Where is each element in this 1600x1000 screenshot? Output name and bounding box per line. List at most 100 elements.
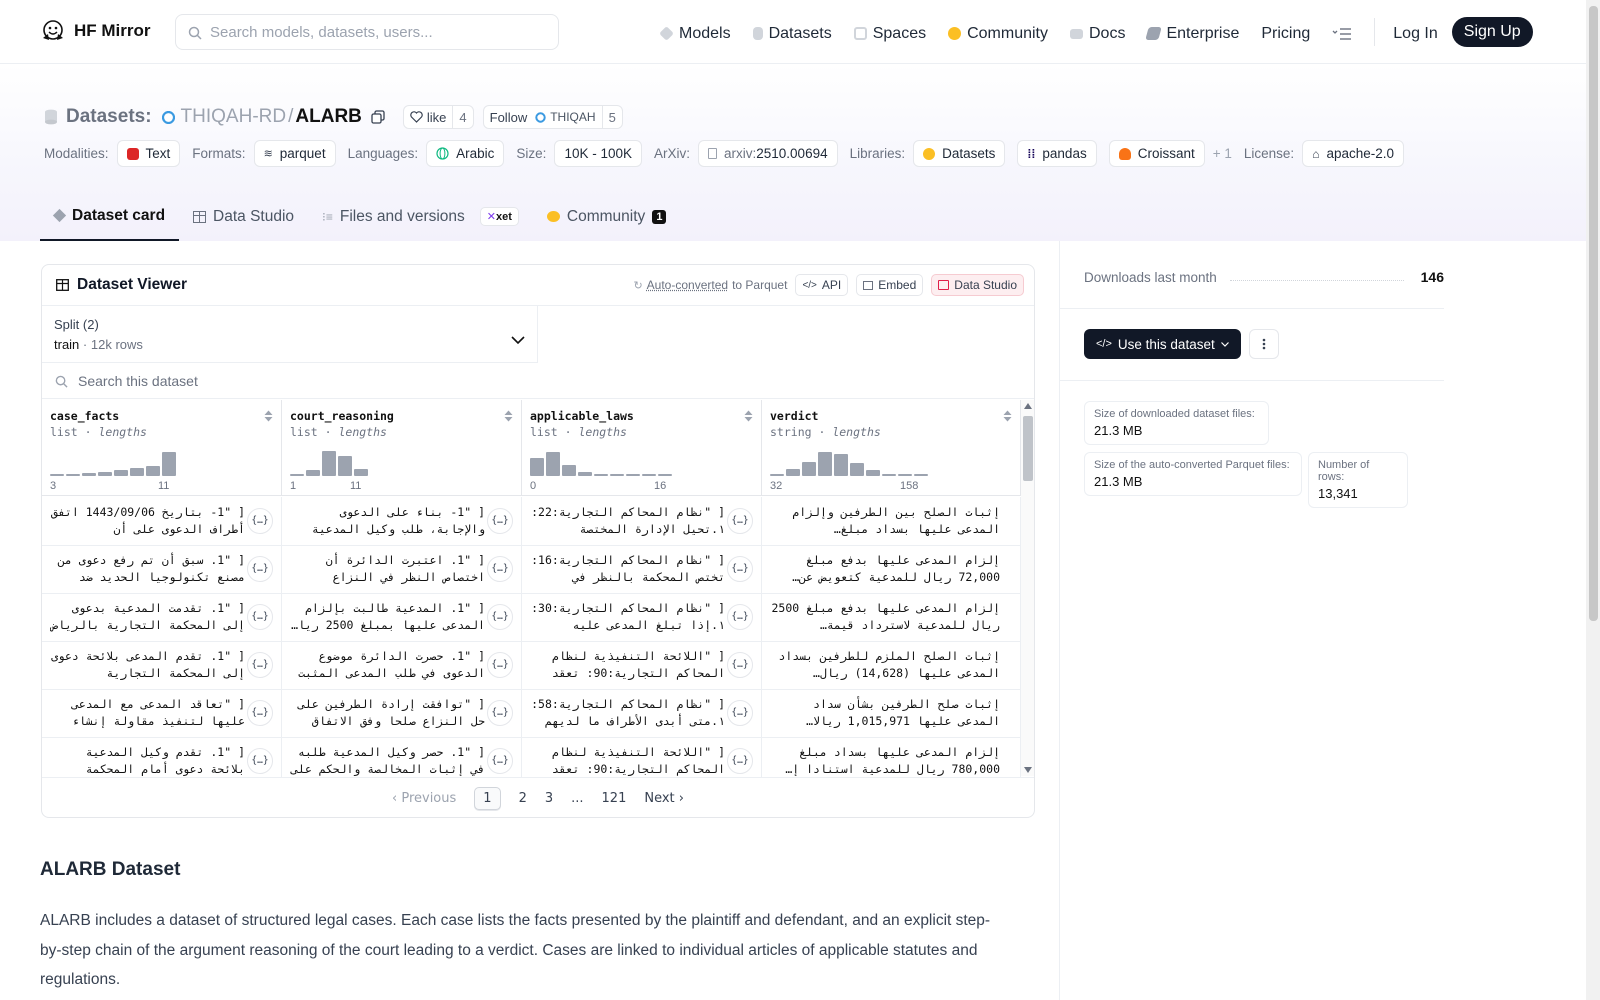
next-page-button[interactable]: Next ›	[644, 791, 684, 806]
tag-library-pandas[interactable]: ⁞⁞ pandas	[1017, 140, 1097, 167]
table-row[interactable]: [ "تعاقد المدعى مع المدعى عليها لتنفيذ م…	[42, 689, 1021, 738]
histogram-bar[interactable]	[626, 474, 640, 476]
cell-court-reasoning[interactable]: [ "1- بناء على الدعوى والإجابة، طلب وكيل…	[282, 497, 522, 545]
use-dataset-button[interactable]: </> Use this dataset	[1084, 329, 1241, 359]
histogram-bar[interactable]	[162, 452, 176, 476]
table-row[interactable]: [ "1. تقدم وكيل المدعية بلائحة دعوى أمام…	[42, 737, 1021, 777]
histogram-bar[interactable]	[530, 458, 544, 476]
tag-format-parquet[interactable]: ≋ parquet	[253, 140, 336, 167]
data-studio-button[interactable]: Data Studio	[931, 274, 1024, 296]
tab-files[interactable]: ⁝≡ Files and versions ✕xet	[308, 192, 533, 241]
histogram-bar[interactable]	[66, 474, 80, 476]
expand-json-button[interactable]: {…}	[727, 748, 753, 774]
page-121-button[interactable]: 121	[602, 791, 627, 806]
more-menu-icon[interactable]	[1332, 27, 1352, 41]
tag-arxiv[interactable]: arxiv: 2510.00694	[698, 140, 838, 167]
tag-library-croissant[interactable]: Croissant	[1108, 140, 1205, 167]
libraries-more[interactable]: + 1	[1213, 146, 1232, 161]
histogram-bar[interactable]	[802, 462, 816, 476]
histogram-bar[interactable]	[786, 469, 800, 476]
column-header-applicable-laws[interactable]: applicable_laws list · lengths 0 16	[522, 400, 762, 495]
like-button[interactable]: like 4	[402, 105, 474, 129]
histogram-bar[interactable]	[850, 463, 864, 476]
expand-json-button[interactable]: {…}	[487, 556, 513, 582]
table-scrollbar[interactable]	[1021, 400, 1034, 776]
login-link[interactable]: Log In	[1393, 25, 1437, 43]
expand-json-button[interactable]: {…}	[727, 700, 753, 726]
tag-language-arabic[interactable]: Arabic	[426, 140, 505, 167]
expand-json-button[interactable]: {…}	[487, 748, 513, 774]
histogram-bar[interactable]	[338, 456, 352, 476]
expand-json-button[interactable]: {…}	[247, 556, 273, 582]
expand-json-button[interactable]: {…}	[487, 652, 513, 678]
histogram-bar[interactable]	[562, 465, 576, 476]
page-2-button[interactable]: 2	[519, 791, 527, 806]
global-search-input[interactable]: Search models, datasets, users...	[175, 14, 559, 50]
api-button[interactable]: </> API	[795, 274, 849, 296]
scroll-up-icon[interactable]	[1024, 403, 1032, 409]
expand-json-button[interactable]: {…}	[727, 652, 753, 678]
table-row[interactable]: [ "1- بتاريخ 1443/09/06 اتفق أطراف الدعو…	[42, 497, 1021, 546]
dataset-search-input[interactable]: Search this dataset	[42, 363, 1034, 399]
cell-court-reasoning[interactable]: [ "1. المدعية طالبت بإلزام المدعى عليها …	[282, 593, 522, 641]
org-link[interactable]: THIQAH-RD	[181, 106, 287, 128]
histogram-bar[interactable]	[546, 452, 560, 476]
scroll-down-icon[interactable]	[1024, 767, 1032, 773]
cell-applicable-laws[interactable]: [ "نظام المحاكم التجارية:30: ١.إذا تبلغ …	[522, 593, 762, 641]
histogram-bar[interactable]	[290, 474, 304, 476]
cell-court-reasoning[interactable]: [ "توافقت إرادة الطرفين على حل النزاع صل…	[282, 689, 522, 737]
histogram-bar[interactable]	[130, 468, 144, 476]
cell-applicable-laws[interactable]: [ "اللائحة التنفيذية لنظام المحاكم التجا…	[522, 737, 762, 777]
table-row[interactable]: [ "1. سبق أن تم رفع دعوى من مصنع تكنولوج…	[42, 545, 1021, 594]
table-row[interactable]: [ "1. تقدمت المدعية بدعوى إلى المحكمة ال…	[42, 593, 1021, 642]
nav-pricing[interactable]: Pricing	[1261, 25, 1310, 43]
tag-modality-text[interactable]: Text	[116, 140, 181, 167]
column-header-case-facts[interactable]: case_facts list · lengths 3 11	[42, 400, 282, 495]
histogram-bar[interactable]	[322, 451, 336, 476]
expand-json-button[interactable]: {…}	[727, 604, 753, 630]
nav-datasets[interactable]: Datasets	[752, 25, 832, 43]
scrollbar-thumb[interactable]	[1023, 416, 1033, 481]
follow-button[interactable]: Follow THIQAH 5	[482, 105, 623, 129]
histogram-bar[interactable]	[114, 470, 128, 476]
cell-applicable-laws[interactable]: [ "نظام المحاكم التجارية:22: ١.تحيل الإد…	[522, 497, 762, 545]
histogram-bar[interactable]	[642, 474, 656, 476]
cell-applicable-laws[interactable]: [ "نظام المحاكم التجارية:58: ١.متى أبدى …	[522, 689, 762, 737]
split-selector[interactable]: Split (2) train · 12k rows	[42, 306, 538, 363]
histogram-bar[interactable]	[98, 472, 112, 476]
tag-library-datasets[interactable]: Datasets	[913, 140, 1006, 167]
nav-community[interactable]: Community	[948, 25, 1048, 43]
histogram-bar[interactable]	[770, 474, 784, 476]
histogram-bar[interactable]	[658, 474, 672, 476]
cell-court-reasoning[interactable]: [ "1. حصر وكيل المدعية طلبه في إثبات الم…	[282, 737, 522, 777]
histogram-bar[interactable]	[354, 469, 368, 476]
sort-icon[interactable]	[1003, 410, 1012, 422]
histogram-bar[interactable]	[578, 472, 592, 476]
cell-case-facts[interactable]: [ "1. سبق أن تم رفع دعوى من مصنع تكنولوج…	[42, 545, 282, 593]
tab-community[interactable]: Community 1	[533, 192, 681, 241]
column-header-verdict[interactable]: verdict string · lengths 32 158	[762, 400, 1021, 495]
cell-court-reasoning[interactable]: [ "1. حصرت الدائرة موضوع الدعوى في طلب ا…	[282, 641, 522, 689]
histogram-bar[interactable]	[306, 470, 320, 476]
cell-verdict[interactable]: إلزام المدعى عليها بدفع مبلغ 72,000 ريال…	[762, 545, 1021, 593]
prev-page-button[interactable]: ‹ Previous	[392, 791, 456, 806]
tag-license[interactable]: ⌂ apache-2.0	[1302, 140, 1404, 167]
expand-json-button[interactable]: {…}	[487, 604, 513, 630]
cell-court-reasoning[interactable]: [ "1. اعتبرت الدائرة أن اختصاص النظر في …	[282, 545, 522, 593]
expand-json-button[interactable]: {…}	[487, 508, 513, 534]
sort-icon[interactable]	[504, 410, 513, 422]
cell-case-facts[interactable]: [ "1. تقدم المدعى بلائحة دعوى إلى المحكم…	[42, 641, 282, 689]
tag-size[interactable]: 10K - 100K	[554, 140, 642, 167]
embed-button[interactable]: Embed	[856, 274, 924, 296]
expand-json-button[interactable]: {…}	[247, 700, 273, 726]
cell-case-facts[interactable]: [ "1- بتاريخ 1443/09/06 اتفق أطراف الدعو…	[42, 497, 282, 545]
cell-case-facts[interactable]: [ "1. تقدم وكيل المدعية بلائحة دعوى أمام…	[42, 737, 282, 777]
expand-json-button[interactable]: {…}	[727, 556, 753, 582]
cell-applicable-laws[interactable]: [ "نظام المحاكم التجارية:16: تختص المحكم…	[522, 545, 762, 593]
page-3-button[interactable]: 3	[545, 791, 553, 806]
expand-json-button[interactable]: {…}	[247, 748, 273, 774]
cell-case-facts[interactable]: [ "تعاقد المدعى مع المدعى عليها لتنفيذ م…	[42, 689, 282, 737]
nav-spaces[interactable]: Spaces	[853, 25, 926, 43]
expand-json-button[interactable]: {…}	[247, 508, 273, 534]
cell-case-facts[interactable]: [ "1. تقدمت المدعية بدعوى إلى المحكمة ال…	[42, 593, 282, 641]
